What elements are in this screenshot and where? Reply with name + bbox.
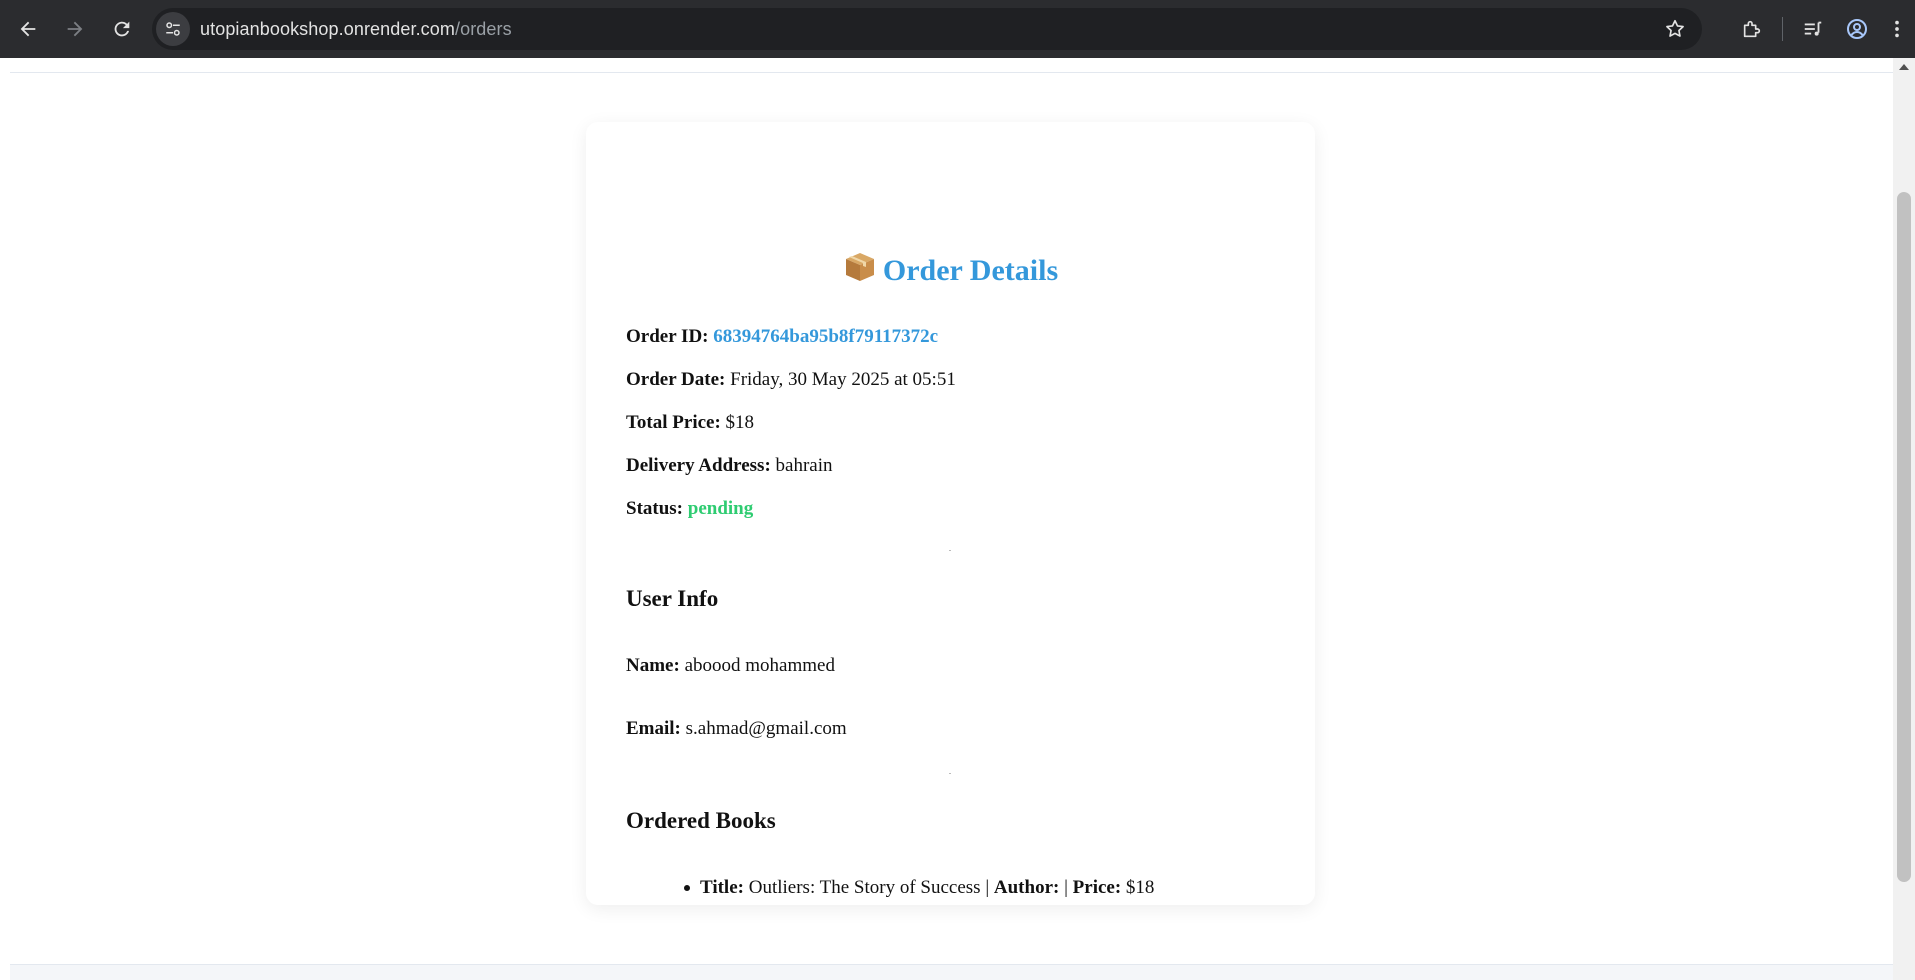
book-title-value: Outliers: The Story of Success — [748, 877, 981, 898]
book-price-label: Price: — [1072, 877, 1122, 898]
delivery-address-row: Delivery Address: bahrain — [626, 455, 833, 477]
user-name-label: Name: — [626, 655, 680, 676]
reload-icon — [114, 21, 130, 37]
order-id-label: Order ID: — [626, 326, 709, 347]
total-price-row: Total Price: $18 — [626, 412, 754, 434]
book-separator: | — [985, 877, 990, 898]
account-circle-icon — [1847, 19, 1867, 39]
forward-button[interactable] — [53, 7, 97, 51]
total-price-value: $18 — [725, 412, 755, 433]
star-icon — [1666, 19, 1684, 37]
toolbar-divider — [1782, 17, 1783, 41]
package-icon — [843, 250, 877, 292]
url-path: /orders — [454, 18, 512, 39]
page-title-text: Order Details — [882, 254, 1059, 287]
extensions-button[interactable] — [1730, 7, 1774, 51]
user-email-row: Email: s.ahmad@gmail.com — [626, 718, 847, 740]
vertical-scrollbar[interactable] — [1893, 58, 1915, 980]
page-viewport: Order Details Order ID: 68394764ba95b8f7… — [0, 58, 1893, 980]
book-price-value: $18 — [1125, 877, 1155, 898]
url-text[interactable]: utopianbookshop.onrender.com/orders — [200, 19, 512, 40]
queue-music-icon — [1804, 21, 1822, 36]
media-controls-button[interactable] — [1791, 7, 1835, 51]
header-bottom-border — [10, 72, 1893, 73]
page-title: Order Details — [586, 250, 1315, 292]
order-id-value: 68394764ba95b8f79117372c — [713, 326, 939, 347]
arrow-left-icon — [20, 21, 36, 37]
menu-button[interactable] — [1879, 7, 1915, 51]
more-vert-icon — [1895, 20, 1899, 38]
order-details-card: Order Details Order ID: 68394764ba95b8f7… — [586, 122, 1315, 905]
order-date-value: Friday, 30 May 2025 at 05:51 — [730, 369, 956, 390]
tune-icon — [166, 22, 180, 36]
book-title-label: Title: — [700, 877, 744, 898]
user-info-heading: User Info — [626, 586, 719, 611]
order-date-row: Order Date: Friday, 30 May 2025 at 05:51 — [626, 369, 956, 391]
browser-toolbar: utopianbookshop.onrender.com/orders — [0, 0, 1915, 58]
user-name-row: Name: aboood mohammed — [626, 655, 835, 677]
total-price-label: Total Price: — [626, 412, 721, 433]
profile-button[interactable] — [1835, 7, 1879, 51]
arrow-right-icon — [67, 21, 83, 37]
book-separator: | — [1064, 877, 1068, 898]
status-badge: pending — [687, 498, 754, 519]
reload-button[interactable] — [100, 7, 144, 51]
list-item: Title: Outliers: The Story of Success | … — [684, 877, 1155, 899]
user-name-value: aboood mohammed — [684, 655, 835, 676]
user-email-value: s.ahmad@gmail.com — [685, 718, 847, 739]
bookmark-button[interactable] — [1662, 16, 1688, 42]
back-button[interactable] — [6, 7, 50, 51]
footer-strip — [10, 964, 1893, 980]
scroll-up-arrow-icon[interactable] — [1899, 64, 1909, 70]
url-host: utopianbookshop.onrender.com — [200, 18, 455, 39]
status-label: Status: — [626, 498, 684, 519]
book-author-label: Author: — [993, 877, 1060, 898]
order-date-label: Order Date: — [626, 369, 726, 390]
order-id-row: Order ID: 68394764ba95b8f79117372c — [626, 326, 938, 348]
list-bullet — [684, 885, 690, 891]
section-divider — [949, 550, 951, 551]
ordered-books-heading: Ordered Books — [626, 808, 776, 833]
scrollbar-thumb[interactable] — [1897, 192, 1911, 882]
site-info-button[interactable] — [156, 12, 190, 46]
puzzle-icon — [1743, 20, 1761, 38]
section-divider — [949, 773, 951, 774]
user-email-label: Email: — [626, 718, 681, 739]
delivery-address-value: bahrain — [775, 455, 833, 476]
delivery-address-label: Delivery Address: — [626, 455, 771, 476]
address-bar[interactable]: utopianbookshop.onrender.com/orders — [152, 8, 1702, 50]
status-row: Status: pending — [626, 498, 753, 520]
